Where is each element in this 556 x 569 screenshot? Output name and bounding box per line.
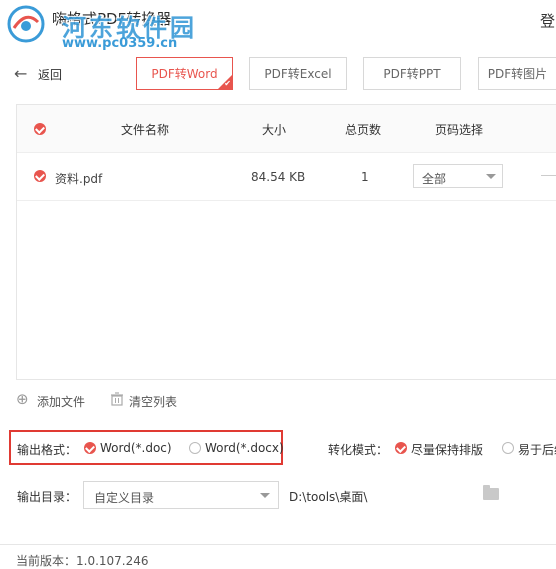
radio-keep-layout[interactable] xyxy=(395,442,407,454)
back-button[interactable]: 返回 xyxy=(38,66,62,83)
folder-icon[interactable] xyxy=(483,485,499,500)
radio-word-docx[interactable] xyxy=(189,442,201,454)
version-text: 当前版本：1.0.107.246 xyxy=(16,554,149,568)
title-bar: 嗨格式PDF转换器 河东软件园 www.pc0359.cn 登 xyxy=(0,0,556,51)
tab-pdf-to-ppt[interactable]: PDF转PPT xyxy=(363,57,461,90)
convert-mode-label: 转化模式： xyxy=(328,443,389,457)
row-action-placeholder xyxy=(541,175,556,176)
row-pages: 1 xyxy=(361,170,369,184)
output-dir-select[interactable]: 自定义目录 xyxy=(83,481,279,509)
radio-word-doc[interactable] xyxy=(84,442,96,454)
clear-list-button[interactable]: 清空列表 xyxy=(129,393,177,410)
table-row: 资料.pdf 84.54 KB 1 全部 xyxy=(17,152,556,201)
radio-easy-edit-label[interactable]: 易于后续 xyxy=(518,441,556,458)
row-checkbox[interactable] xyxy=(34,170,46,182)
header-file-name: 文件名称 xyxy=(121,123,170,137)
check-icon: ✔ xyxy=(224,79,231,88)
tab-label: PDF转图片 xyxy=(487,67,548,81)
back-arrow-icon[interactable]: ← xyxy=(14,64,27,83)
output-dir-select-value: 自定义目录 xyxy=(94,491,155,505)
chevron-down-icon xyxy=(486,174,496,179)
row-size: 84.54 KB xyxy=(251,170,306,184)
radio-word-docx-label[interactable]: Word(*.docx) xyxy=(205,441,284,455)
tab-label: PDF转Excel xyxy=(264,67,332,81)
radio-easy-edit[interactable] xyxy=(502,442,514,454)
header-pages: 总页数 xyxy=(345,123,382,137)
add-file-button[interactable]: 添加文件 xyxy=(37,393,85,410)
output-dir-label: 输出目录： xyxy=(17,490,78,504)
login-link[interactable]: 登 xyxy=(540,10,555,31)
footer-divider xyxy=(0,544,556,545)
page-range-select[interactable]: 全部 xyxy=(413,164,503,188)
tab-pdf-to-image[interactable]: PDF转图片 xyxy=(478,57,556,90)
page-range-value: 全部 xyxy=(422,172,447,186)
select-all-checkbox[interactable] xyxy=(34,123,46,135)
tab-label: PDF转PPT xyxy=(383,67,441,81)
row-file-name: 资料.pdf xyxy=(55,172,103,186)
file-table: 文件名称 大小 总页数 页码选择 资料.pdf 84.54 KB 1 全部 xyxy=(16,104,556,380)
tab-label: PDF转Word xyxy=(151,67,218,81)
output-dir-path: D:\tools\桌面\ xyxy=(289,490,368,504)
header-size: 大小 xyxy=(262,123,287,137)
radio-word-doc-label[interactable]: Word(*.doc) xyxy=(100,441,172,455)
chevron-down-icon xyxy=(260,493,270,498)
radio-keep-layout-label[interactable]: 尽量保持排版 xyxy=(411,441,483,458)
add-circle-icon[interactable]: ⊕ xyxy=(16,390,29,408)
watermark-url: www.pc0359.cn xyxy=(62,36,178,51)
output-format-label: 输出格式： xyxy=(17,443,78,457)
app-logo-icon xyxy=(7,5,45,43)
tab-pdf-to-word[interactable]: PDF转Word ✔ xyxy=(136,57,233,90)
table-header: 文件名称 大小 总页数 页码选择 xyxy=(17,105,556,153)
trash-icon[interactable] xyxy=(110,392,124,406)
header-page-select: 页码选择 xyxy=(435,123,484,137)
tab-pdf-to-excel[interactable]: PDF转Excel xyxy=(249,57,347,90)
